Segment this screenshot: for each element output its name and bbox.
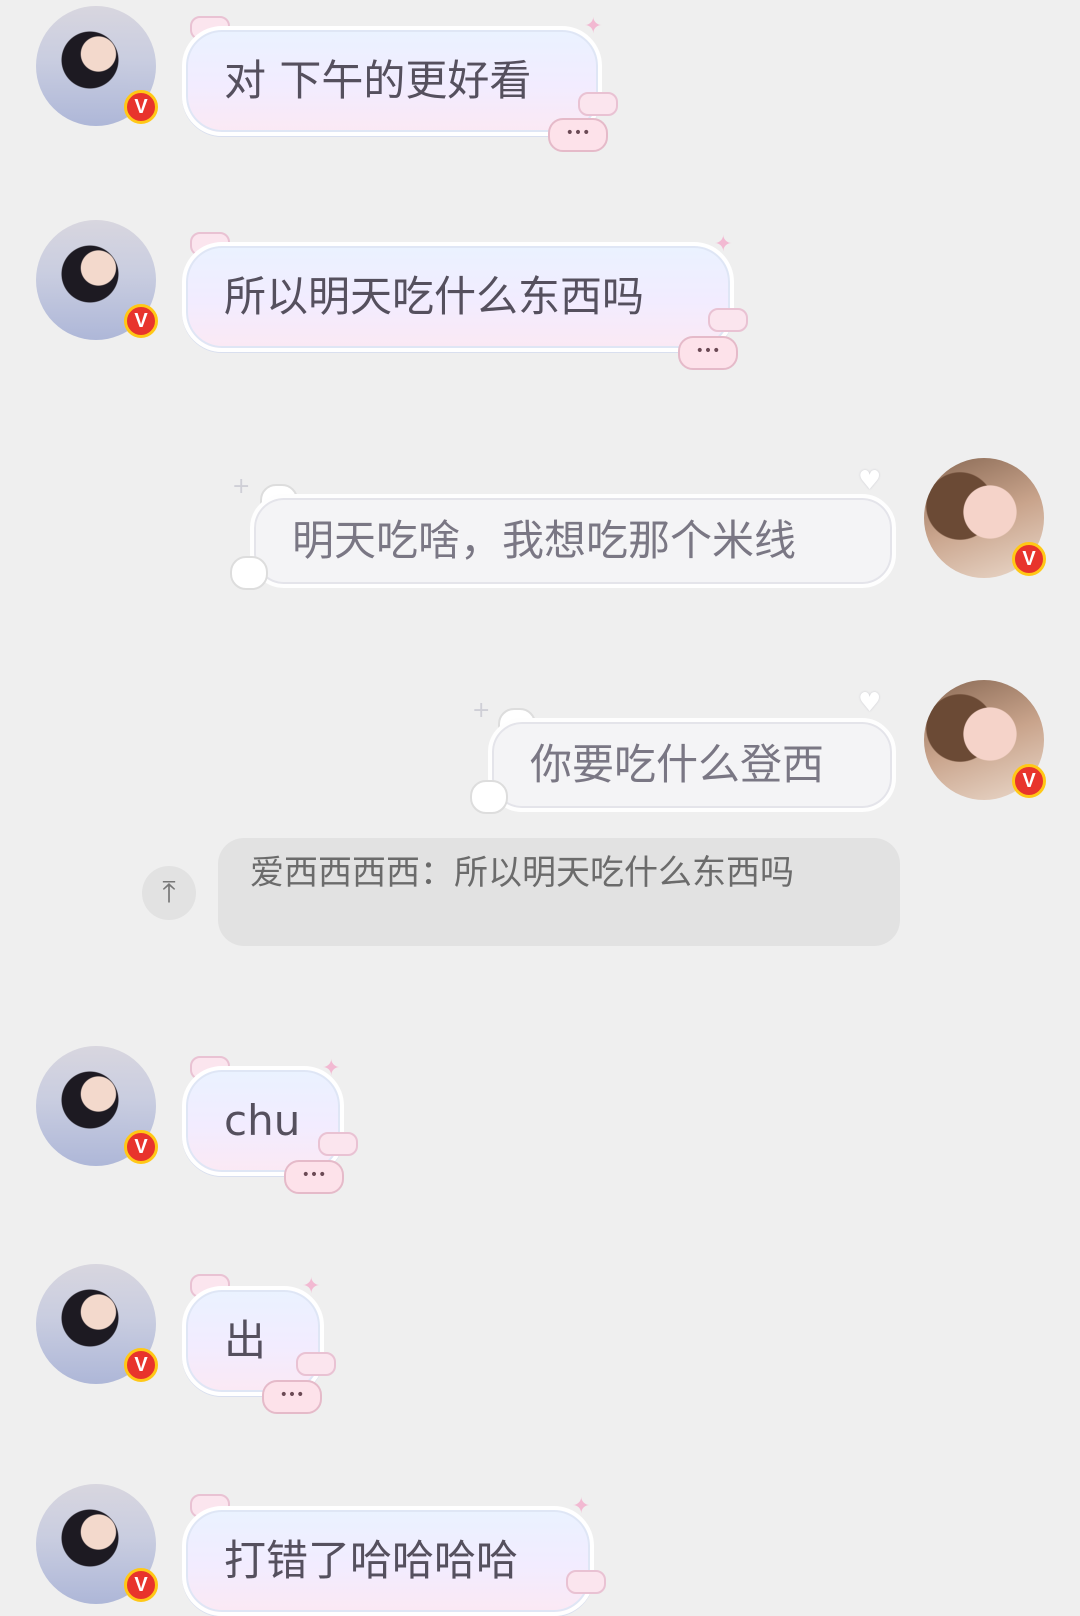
plus-sparkle-icon: + — [232, 474, 251, 499]
fish-sticker-icon — [566, 1570, 606, 1594]
message-text: 所以明天吃什么东西吗 — [224, 272, 645, 321]
message-text: 你要吃什么登西 — [530, 740, 825, 789]
heart-icon: ♥ — [858, 688, 882, 718]
message-bubble[interactable]: 你要吃什么登西 — [488, 718, 896, 812]
message-bubble[interactable]: 所以明天吃什么东西吗 — [182, 242, 734, 352]
avatar[interactable]: V — [36, 1484, 158, 1604]
verified-badge-icon: V — [1012, 764, 1046, 798]
message-bubble[interactable]: 打错了哈哈哈哈 — [182, 1506, 594, 1616]
quoted-message[interactable]: 爱西西西西：所以明天吃什么东西吗 — [218, 838, 900, 946]
plus-sparkle-icon: + — [472, 698, 491, 723]
paw-sticker-icon — [470, 780, 508, 814]
avatar[interactable]: V — [36, 1046, 158, 1166]
fish-sticker-icon — [578, 92, 618, 116]
message-text: 出 — [224, 1316, 267, 1365]
fish-sticker-icon — [708, 308, 748, 332]
message-text: 明天吃啥，我想吃那个米线 — [292, 516, 797, 565]
pig-sticker-icon: ••• — [678, 336, 738, 370]
avatar[interactable]: V — [36, 220, 158, 340]
fish-sticker-icon — [296, 1352, 336, 1376]
avatar[interactable]: V — [36, 6, 158, 126]
heart-icon: ♥ — [858, 466, 882, 496]
verified-badge-icon: V — [124, 90, 158, 124]
verified-badge-icon: V — [124, 1348, 158, 1382]
arrow-up-to-top-icon[interactable]: ⤒ — [142, 866, 196, 920]
verified-badge-icon: V — [124, 304, 158, 338]
pig-sticker-icon: ••• — [548, 118, 608, 152]
pig-sticker-icon: ••• — [262, 1380, 322, 1414]
avatar[interactable]: V — [924, 458, 1046, 578]
verified-badge-icon: V — [124, 1568, 158, 1602]
message-text: 打错了哈哈哈哈 — [224, 1536, 519, 1585]
quoted-message-text: 爱西西西西：所以明天吃什么东西吗 — [250, 853, 794, 893]
message-bubble[interactable]: 明天吃啥，我想吃那个米线 — [250, 494, 896, 588]
pig-sticker-icon: ••• — [284, 1160, 344, 1194]
verified-badge-icon: V — [1012, 542, 1046, 576]
avatar[interactable]: V — [36, 1264, 158, 1384]
message-text: chu — [224, 1096, 301, 1145]
message-text: 对 下午的更好看 — [224, 56, 532, 105]
paw-sticker-icon — [230, 556, 268, 590]
fish-sticker-icon — [318, 1132, 358, 1156]
verified-badge-icon: V — [124, 1130, 158, 1164]
message-bubble[interactable]: 对 下午的更好看 — [182, 26, 602, 136]
avatar[interactable]: V — [924, 680, 1046, 800]
